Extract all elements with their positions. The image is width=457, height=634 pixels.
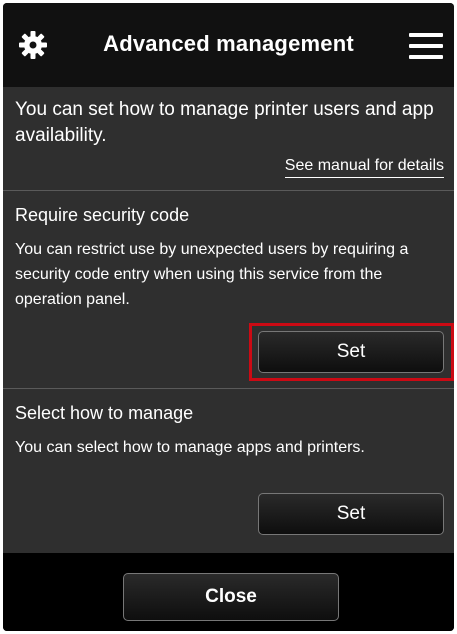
menu-line	[409, 44, 443, 48]
settings-panel: You can set how to manage printer users …	[3, 87, 454, 553]
menu-line	[409, 55, 443, 59]
security-code-section: Require security code You can restrict u…	[3, 191, 454, 389]
hamburger-menu-icon[interactable]	[409, 33, 443, 59]
manage-description: You can select how to manage apps and pr…	[15, 439, 365, 456]
intro-text: You can set how to manage printer users …	[15, 99, 434, 146]
security-code-title: Require security code	[15, 205, 190, 225]
security-code-set-button[interactable]: Set	[258, 331, 444, 373]
intro-section: You can set how to manage printer users …	[3, 87, 454, 191]
menu-line	[409, 33, 443, 37]
manage-set-button[interactable]: Set	[258, 493, 444, 535]
security-code-description: You can restrict use by unexpected users…	[15, 241, 409, 308]
close-button[interactable]: Close	[123, 573, 339, 621]
manage-section: Select how to manage You can select how …	[3, 389, 454, 553]
see-manual-link[interactable]: See manual for details	[284, 157, 444, 178]
header-bar: Advanced management	[3, 3, 454, 87]
manage-title: Select how to manage	[15, 403, 194, 423]
footer-bar: Close	[3, 553, 454, 631]
page-title: Advanced management	[103, 31, 354, 56]
app-screen: Advanced management You can set how to m…	[3, 3, 454, 631]
